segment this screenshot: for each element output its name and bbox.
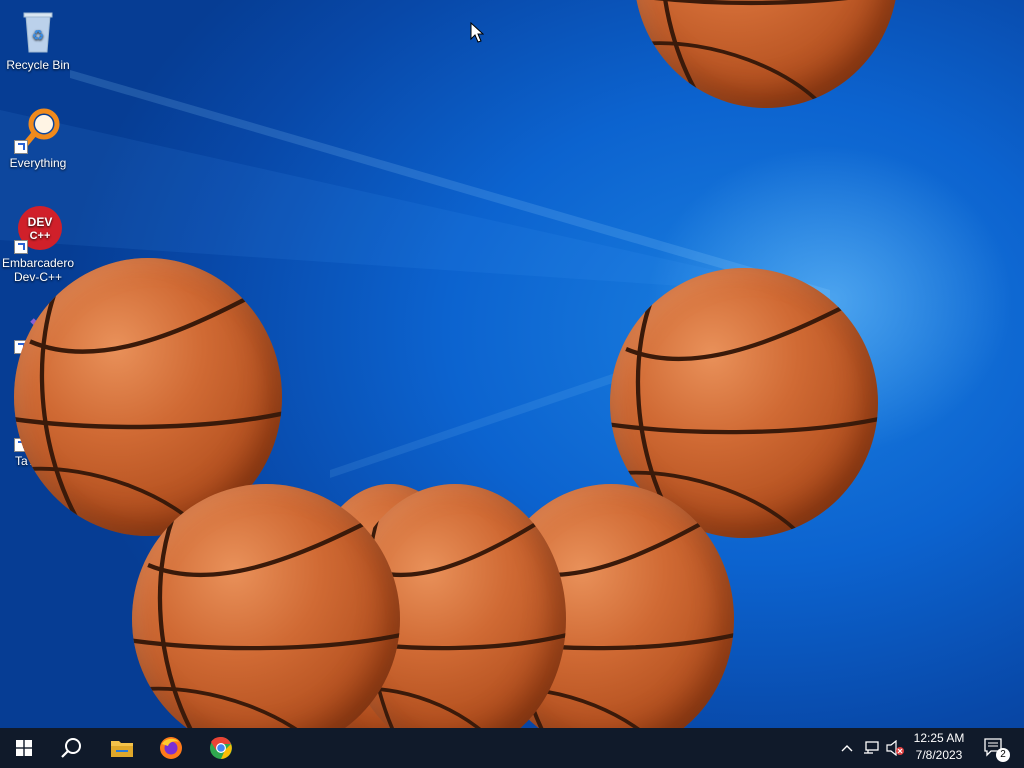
desktop-icon-recycle-bin[interactable]: ♻ Recycle Bin bbox=[0, 8, 76, 72]
search-button[interactable] bbox=[48, 728, 96, 768]
firefox-icon bbox=[160, 737, 182, 759]
svg-text:C++: C++ bbox=[30, 230, 51, 242]
clock-date: 7/8/2023 bbox=[915, 748, 963, 762]
volume-button[interactable] bbox=[884, 728, 906, 768]
clock[interactable]: 12:25 AM 7/8/2023 bbox=[904, 730, 974, 764]
desktop-icon-label: Everything bbox=[9, 156, 67, 170]
shortcut-arrow-icon bbox=[14, 240, 28, 254]
svg-text:♻: ♻ bbox=[32, 27, 45, 43]
folder-icon bbox=[111, 741, 133, 757]
taskbar-firefox[interactable] bbox=[147, 728, 195, 768]
chevron-up-icon bbox=[841, 745, 853, 752]
notification-badge: 2 bbox=[996, 748, 1010, 762]
network-icon bbox=[864, 741, 879, 754]
network-button[interactable] bbox=[860, 728, 882, 768]
mouse-cursor-icon bbox=[470, 22, 484, 43]
desktop-icon-label: Recycle Bin bbox=[6, 58, 70, 72]
devcpp-icon: DEV C++ bbox=[14, 206, 62, 254]
taskbar-chrome[interactable] bbox=[197, 728, 245, 768]
search-icon bbox=[61, 738, 81, 758]
recycle-bin-icon: ♻ bbox=[14, 8, 62, 56]
volume-muted-icon bbox=[886, 740, 904, 756]
basketball-image bbox=[634, 0, 898, 108]
desktop[interactable]: ♻ Recycle Bin Everything DEV C++ Embarca… bbox=[0, 0, 1024, 728]
taskbar: 12:25 AM 7/8/2023 2 bbox=[0, 728, 1024, 768]
notification-center-button[interactable]: 2 bbox=[978, 728, 1012, 768]
tray-overflow-button[interactable] bbox=[836, 728, 858, 768]
windows-logo-icon bbox=[16, 740, 32, 756]
svg-text:DEV: DEV bbox=[28, 215, 53, 229]
desktop-icon-everything[interactable]: Everything bbox=[0, 106, 76, 170]
everything-search-icon bbox=[14, 106, 62, 154]
chrome-icon bbox=[210, 736, 232, 759]
basketball-image bbox=[132, 484, 400, 728]
shortcut-arrow-icon bbox=[14, 140, 28, 154]
taskbar-file-explorer[interactable] bbox=[98, 728, 146, 768]
start-button[interactable] bbox=[0, 728, 48, 768]
clock-time: 12:25 AM bbox=[913, 731, 965, 745]
